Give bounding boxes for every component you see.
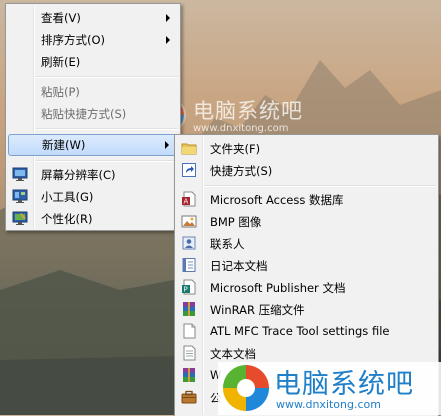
menu-item-sort-by[interactable]: 排序方式(O) <box>8 29 178 51</box>
submenu-item-atl-mfc-trace[interactable]: ATL MFC Trace Tool settings file <box>177 321 436 343</box>
menu-item-paste[interactable]: 粘贴(P) <box>8 81 178 103</box>
submenu-item-bmp-image[interactable]: BMP 图像 <box>177 211 436 233</box>
menu-item-personalize[interactable]: 个性化(R) <box>8 208 178 230</box>
submenu-arrow-icon <box>166 36 170 44</box>
menu-item-label: 屏幕分辨率(C) <box>41 168 116 182</box>
submenu-item-publisher[interactable]: P Microsoft Publisher 文档 <box>177 277 436 299</box>
menu-item-label: BMP 图像 <box>210 215 262 229</box>
text-document-icon <box>183 345 196 361</box>
watermark-title: 电脑系统吧 <box>193 99 303 123</box>
submenu-arrow-icon <box>165 141 169 149</box>
submenu-arrow-icon <box>166 14 170 22</box>
menu-item-new[interactable]: 新建(W) <box>8 134 178 156</box>
submenu-item-winrar[interactable]: WinRAR 压缩文件 <box>177 299 436 321</box>
watermark-url: www.dnxitong.com <box>276 398 381 411</box>
screen-resolution-icon <box>12 167 28 181</box>
menu-item-label: 小工具(G) <box>41 190 94 204</box>
folder-icon <box>181 143 197 155</box>
journal-icon <box>182 258 196 272</box>
menu-item-label: 排序方式(O) <box>41 33 106 47</box>
menu-item-view[interactable]: 查看(V) <box>8 7 178 29</box>
menu-item-label: 查看(V) <box>41 11 81 25</box>
winrar-zip-icon <box>183 368 195 382</box>
menu-item-refresh[interactable]: 刷新(E) <box>8 51 178 73</box>
menu-item-label: ATL MFC Trace Tool settings file <box>210 324 390 338</box>
watermark-logo-icon <box>223 365 269 411</box>
winrar-icon <box>183 302 195 316</box>
svg-text:A: A <box>184 198 189 206</box>
menu-item-label: Microsoft Access 数据库 <box>210 193 344 207</box>
submenu-item-contact[interactable]: 联系人 <box>177 233 436 255</box>
submenu-item-access-database[interactable]: A Microsoft Access 数据库 <box>177 189 436 211</box>
watermark-bottom: 电脑系统吧 www.dnxitong.com <box>218 362 441 415</box>
menu-item-label: 粘贴(P) <box>41 85 80 99</box>
contact-icon <box>182 236 196 250</box>
menu-item-gadgets[interactable]: 小工具(G) <box>8 186 178 208</box>
watermark-url: www.dnxitong.com <box>193 123 289 134</box>
menu-item-label: 联系人 <box>210 237 245 251</box>
menu-item-label: 个性化(R) <box>41 212 93 226</box>
personalize-icon <box>12 211 28 225</box>
menu-item-label: Microsoft Publisher 文档 <box>210 281 346 295</box>
menu-item-label: WinRAR 压缩文件 <box>210 303 305 317</box>
menu-separator <box>36 128 178 130</box>
menu-item-label: 快捷方式(S) <box>210 164 273 178</box>
publisher-icon: P <box>182 279 196 295</box>
submenu-item-shortcut[interactable]: 快捷方式(S) <box>177 160 436 182</box>
menu-item-label: 刷新(E) <box>41 55 81 69</box>
bmp-image-icon <box>181 215 197 228</box>
menu-separator <box>205 185 436 187</box>
submenu-item-journal[interactable]: 日记本文档 <box>177 255 436 277</box>
menu-separator <box>36 160 178 162</box>
watermark-title: 电脑系统吧 <box>274 369 414 400</box>
shortcut-icon <box>182 163 196 177</box>
menu-item-label: 日记本文档 <box>210 259 268 273</box>
menu-item-paste-shortcut[interactable]: 粘贴快捷方式(S) <box>8 103 178 125</box>
settings-file-icon <box>183 323 196 339</box>
desktop-context-menu: 查看(V) 排序方式(O) 刷新(E) 粘贴(P) 粘贴快捷方式(S) 新建(W… <box>5 3 181 231</box>
menu-item-label: 文件夹(F) <box>210 142 261 156</box>
svg-text:P: P <box>184 286 188 294</box>
menu-separator <box>36 76 178 78</box>
menu-item-label: 新建(W) <box>42 138 86 152</box>
menu-item-screen-resolution[interactable]: 屏幕分辨率(C) <box>8 164 178 186</box>
briefcase-icon <box>181 390 197 404</box>
gadgets-icon <box>12 189 28 203</box>
menu-item-label: 文本文档 <box>210 347 256 361</box>
menu-item-label: 粘贴快捷方式(S) <box>41 107 127 121</box>
access-icon: A <box>182 191 196 207</box>
submenu-item-folder[interactable]: 文件夹(F) <box>177 138 436 160</box>
